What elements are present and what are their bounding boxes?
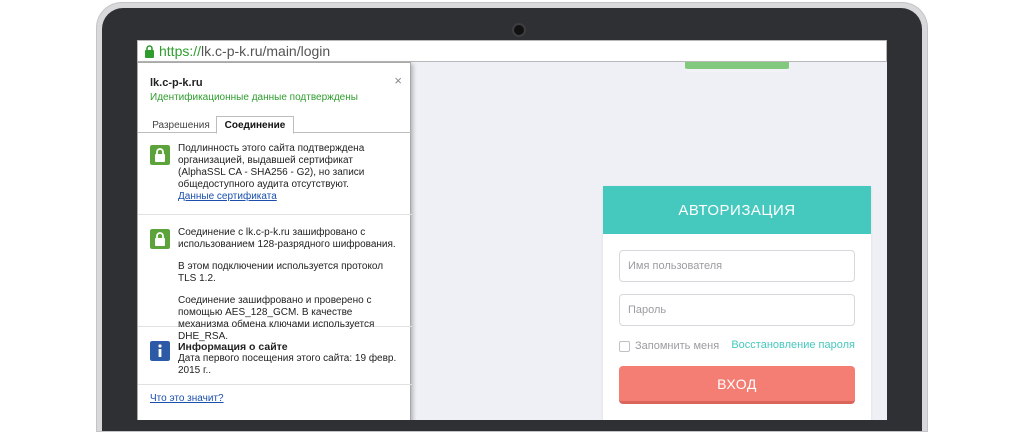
password-input[interactable] [619, 294, 855, 326]
remember-me[interactable]: Запомнить меня [619, 340, 719, 352]
security-popup: × lk.c-p-k.ru Идентификационные данные п… [137, 62, 412, 420]
identity-text-block: Подлинность этого сайта подтверждена орг… [178, 143, 402, 203]
remember-checkbox[interactable] [619, 340, 630, 352]
url-scheme: https:// [159, 43, 202, 59]
identity-text: Подлинность этого сайта подтверждена орг… [178, 143, 365, 190]
certificate-link[interactable]: Данные сертификата [178, 191, 277, 202]
browser-window: https:// lk.c-p-k.ru/main/login АВТОРИЗА… [137, 40, 887, 420]
restore-password-link[interactable]: Восстановление пароля [731, 339, 855, 351]
what-does-it-mean-link[interactable]: Что это значит? [150, 393, 224, 404]
login-header: АВТОРИЗАЦИЯ [603, 186, 871, 234]
camera-icon [514, 25, 524, 35]
popup-tabs: Разрешения Соединение [138, 115, 412, 134]
tab-permissions[interactable]: Разрешения [152, 117, 210, 133]
top-green-tab [685, 62, 789, 72]
site-info-text: Дата первого посещения этого сайта: 19 ф… [178, 353, 397, 376]
remember-label: Запомнить меня [635, 340, 720, 352]
url-path: lk.c-p-k.ru/main/login [201, 43, 331, 59]
login-card: АВТОРИЗАЦИЯ Запомнить меня Восстановлени… [603, 186, 871, 420]
site-info-section: Информация о сайте Дата первого посещени… [138, 327, 412, 385]
lock-icon[interactable] [144, 44, 155, 58]
protocol-text: В этом подключении используется протокол… [178, 261, 384, 284]
login-button[interactable]: ВХОД [619, 366, 855, 404]
address-bar[interactable]: https:// lk.c-p-k.ru/main/login [137, 40, 887, 62]
tab-connection[interactable]: Соединение [216, 116, 294, 134]
popup-host: lk.c-p-k.ru [150, 77, 203, 89]
encryption-section: Соединение с lk.c-p-k.ru зашифровано с и… [138, 215, 412, 342]
encryption-text: Соединение с lk.c-p-k.ru зашифровано с и… [178, 227, 396, 250]
close-icon[interactable]: × [394, 73, 402, 88]
lock-icon [150, 229, 170, 249]
popup-verified-status: Идентификационные данные подтверждены [150, 92, 358, 103]
identity-section: Подлинность этого сайта подтверждена орг… [138, 135, 412, 215]
lock-icon [150, 145, 170, 165]
username-input[interactable] [619, 250, 855, 282]
site-info-title: Информация о сайте [178, 341, 288, 353]
site-info-text-block: Информация о сайте Дата первого посещени… [178, 341, 402, 377]
info-icon [150, 341, 170, 361]
